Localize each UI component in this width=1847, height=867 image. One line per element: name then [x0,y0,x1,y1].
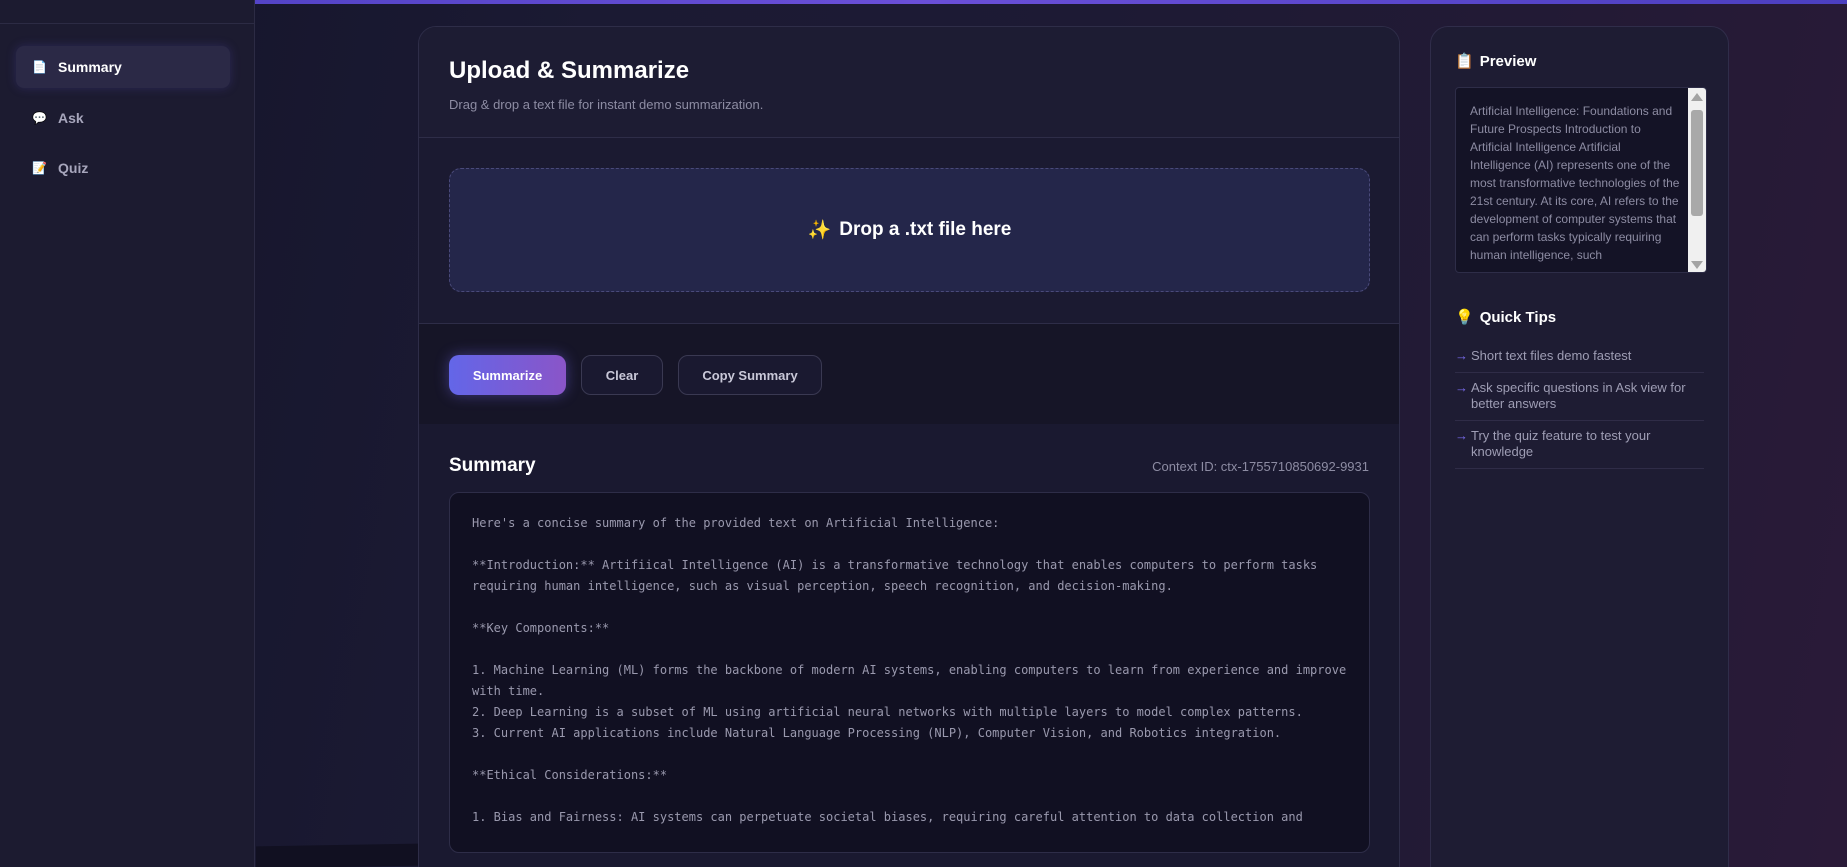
sidebar-item-summary[interactable]: 📄 Summary [16,46,230,88]
scroll-up-arrow-icon[interactable] [1691,93,1703,101]
summary-spacer [472,639,1347,660]
tips-list: → Short text files demo fastest → Ask sp… [1455,341,1704,469]
summary-line: Here's a concise summary of the provided… [472,516,1000,530]
summary-line: 1. Machine Learning (ML) forms the backb… [472,663,1354,698]
preview-textarea[interactable]: Artificial Intelligence: Foundations and… [1455,87,1707,273]
tip-text: Try the quiz feature to test your knowle… [1471,428,1651,459]
arrow-right-icon: → [1455,428,1468,443]
action-bar: Summarize Clear Copy Summary [419,324,1399,424]
top-accent-bar [0,0,1847,4]
tip-text: Ask specific questions in Ask view for b… [1471,380,1686,411]
summary-spacer [472,597,1347,618]
clear-button[interactable]: Clear [581,355,663,395]
arrow-right-icon: → [1455,380,1468,395]
main-header: Upload & Summarize Drag & drop a text fi… [419,27,1399,138]
summary-line: 1. Bias and Fairness: AI systems can per… [472,810,1303,824]
tip-item: → Short text files demo fastest [1455,341,1704,373]
summary-line: **Key Components:** [472,621,610,635]
scroll-down-arrow-icon[interactable] [1691,261,1703,269]
background-shade [256,843,418,867]
summary-output[interactable]: Here's a concise summary of the provided… [449,492,1370,853]
clipboard-icon: 📋 [1455,53,1474,70]
page-title: Upload & Summarize [449,57,690,84]
sidebar-item-label: Ask [58,110,84,126]
preview-scrollbar[interactable] [1688,88,1706,272]
tip-item: → Try the quiz feature to test your know… [1455,421,1704,469]
copy-summary-button[interactable]: Copy Summary [678,355,822,395]
tips-heading: 💡 Quick Tips [1455,307,1704,327]
preview-title: Preview [1479,52,1537,70]
file-dropzone[interactable]: ✨ Drop a .txt file here [449,168,1370,292]
sidebar-item-label: Summary [58,59,122,75]
summary-spacer [472,786,1347,807]
sidebar-header [0,0,254,24]
summary-spacer [472,534,1347,555]
summary-line: **Ethical Considerations:** [472,768,668,782]
summary-line: **Introduction:** Artifiical Intelligenc… [472,558,1325,593]
tip-item: → Ask specific questions in Ask view for… [1455,373,1704,421]
preview-text: Artificial Intelligence: Foundations and… [1470,104,1680,262]
summary-line: 2. Deep Learning is a subset of ML using… [472,705,1303,719]
main-card: Upload & Summarize Drag & drop a text fi… [418,26,1400,867]
context-id: Context ID: ctx-1755710850692-9931 [1152,458,1369,474]
tip-text: Short text files demo fastest [1471,348,1632,363]
drop-section: ✨ Drop a .txt file here [419,138,1399,324]
tips-title: Quick Tips [1479,308,1557,326]
quiz-icon: 📝 [32,161,47,175]
summary-line: 3. Current AI applications include Natur… [472,726,1282,740]
sidebar-item-quiz[interactable]: 📝 Quiz [16,147,230,189]
page-subtitle: Drag & drop a text file for instant demo… [449,97,764,112]
summary-spacer [472,744,1347,765]
dropzone-label: Drop a .txt file here [839,219,1012,240]
speech-bubble-icon: 💬 [32,111,47,125]
right-panel: 📋 Preview Artificial Intelligence: Found… [1430,26,1729,867]
sidebar-item-label: Quiz [58,160,89,176]
sidebar-item-ask[interactable]: 💬 Ask [16,97,230,139]
sidebar: 📄 Summary 💬 Ask 📝 Quiz [0,0,255,867]
scroll-thumb[interactable] [1691,110,1703,216]
summary-section: Summary Context ID: ctx-1755710850692-99… [419,424,1399,853]
preview-heading: 📋 Preview [1455,51,1704,71]
summarize-button[interactable]: Summarize [449,355,566,395]
summary-header: Summary Context ID: ctx-1755710850692-99… [449,454,1369,478]
sparkles-icon: ✨ [807,220,832,241]
arrow-right-icon: → [1455,348,1468,363]
lightbulb-icon: 💡 [1455,309,1474,326]
document-icon: 📄 [32,60,47,74]
summary-title: Summary [449,455,536,476]
